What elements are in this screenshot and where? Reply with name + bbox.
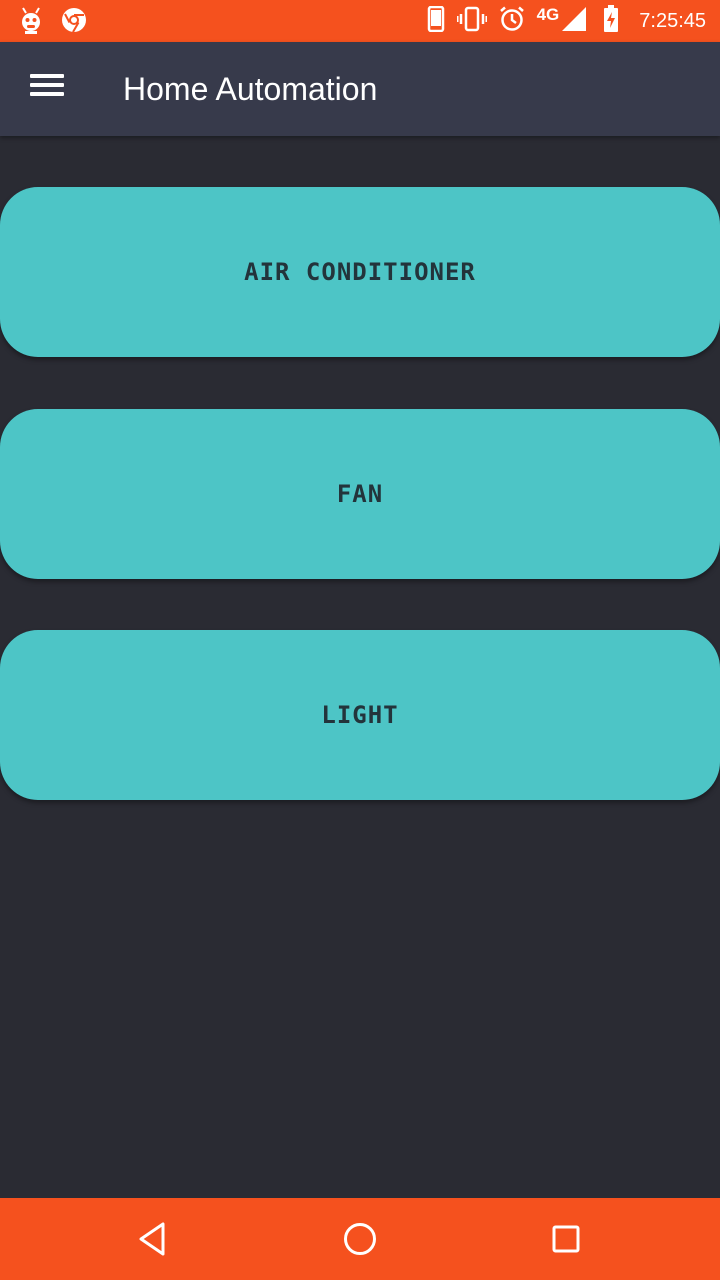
chrome-icon bbox=[60, 6, 88, 41]
navigation-bar bbox=[0, 1198, 720, 1280]
air-conditioner-label: AIR CONDITIONER bbox=[244, 258, 476, 286]
recents-icon[interactable] bbox=[545, 1218, 587, 1260]
fan-label: FAN bbox=[336, 480, 384, 508]
vibrate-icon bbox=[456, 6, 488, 37]
bug-mascot-icon bbox=[20, 6, 42, 41]
status-time: 7:25:45 bbox=[639, 9, 706, 32]
light-label: LIGHT bbox=[321, 701, 399, 729]
back-icon[interactable] bbox=[133, 1218, 175, 1260]
status-bar: 4G 7:25:45 bbox=[0, 0, 720, 42]
battery-charging-icon bbox=[603, 4, 619, 38]
fan-button[interactable]: FAN bbox=[0, 409, 720, 579]
page-title: Home Automation bbox=[123, 71, 378, 107]
app-bar: Home Automation bbox=[0, 42, 720, 136]
air-conditioner-button[interactable]: AIR CONDITIONER bbox=[0, 187, 720, 357]
network-type-label: 4G bbox=[536, 5, 560, 24]
phone-icon bbox=[427, 5, 445, 37]
home-icon[interactable] bbox=[339, 1218, 381, 1260]
alarm-icon bbox=[499, 6, 525, 37]
signal-icon bbox=[561, 6, 587, 37]
light-button[interactable]: LIGHT bbox=[0, 630, 720, 800]
hamburger-menu-icon[interactable] bbox=[26, 69, 68, 109]
